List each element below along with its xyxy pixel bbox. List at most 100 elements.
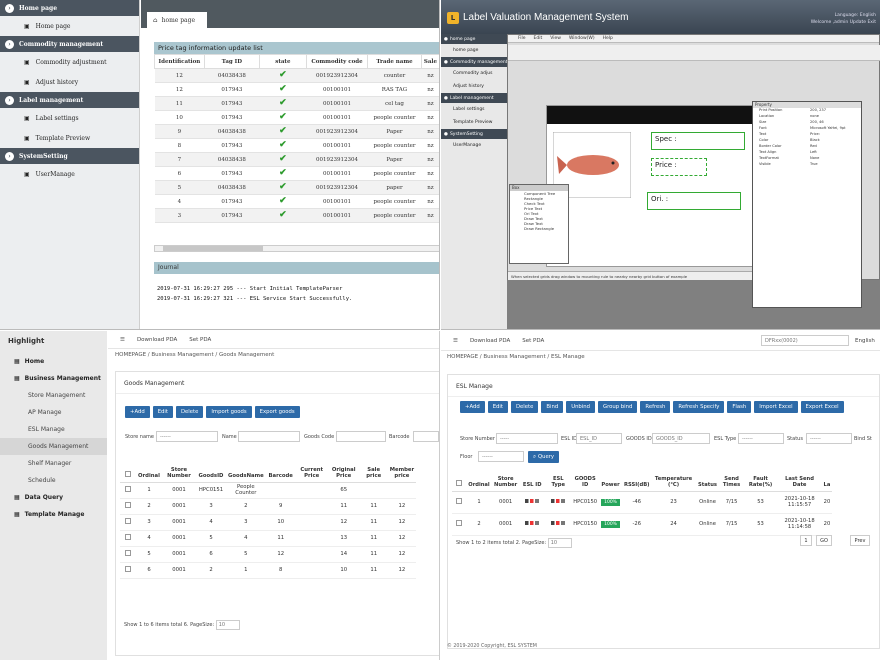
table-row[interactable]: 2 0001 3 2 9 11 11 12	[120, 498, 417, 515]
price-field[interactable]: Price :	[651, 158, 707, 176]
nav-item[interactable]: ▦ Template Manage	[0, 506, 107, 523]
menu-file[interactable]: File	[518, 36, 526, 41]
nav-item[interactable]: ESL Manage	[0, 421, 107, 438]
sidebar-group[interactable]: ● Commodity management	[441, 57, 511, 67]
sidebar-group[interactable]: › Commodity management	[0, 36, 139, 52]
sidebar-item[interactable]: Template Preview	[441, 116, 511, 129]
sidebar-item[interactable]: ▣ Label settings	[0, 108, 139, 128]
goods-id-input[interactable]: GOODS_ID	[652, 433, 710, 444]
sidebar-item[interactable]: ▣ Home page	[0, 16, 139, 36]
download-pda-link[interactable]: Download PDA	[137, 337, 177, 343]
store-number-select[interactable]: -----	[496, 433, 558, 444]
exit-link[interactable]: Exit	[867, 20, 876, 25]
table-row[interactable]: 8 017943 ✔ 00100101 people counter nz	[154, 138, 439, 153]
page-size-select[interactable]: 10	[215, 620, 240, 630]
toolbar-button[interactable]: Refresh	[640, 401, 671, 413]
sidebar-group[interactable]: › SystemSetting	[0, 148, 139, 164]
table-row[interactable]: 1 0001 HPC0150 100% -46 23 Online 7/15 53 2021-10…	[452, 491, 833, 514]
language-label[interactable]: English	[855, 338, 875, 344]
property-row[interactable]: Visible True	[753, 162, 861, 168]
tree-item[interactable]: Draw Rectangle	[510, 226, 568, 231]
row-checkbox[interactable]	[125, 534, 131, 540]
toolbar-button[interactable]: Group bind	[598, 401, 638, 413]
table-row[interactable]: 6 017943 ✔ 00100101 people counter nz	[154, 166, 439, 181]
esl-type-select[interactable]: ------	[738, 433, 784, 444]
sidebar-item[interactable]: UserManage	[441, 139, 511, 152]
query-button[interactable]: ⌕ Query	[528, 451, 560, 463]
toolbar-button[interactable]: Edit	[487, 401, 508, 413]
status-select[interactable]: ------	[806, 433, 852, 444]
store-select[interactable]: DFRxx(0002)	[761, 335, 849, 346]
menu-edit[interactable]: Edit	[534, 36, 543, 41]
sidebar-item[interactable]: ▣ UserManage	[0, 164, 139, 184]
sidebar-item[interactable]: Label settings	[441, 103, 511, 116]
table-row[interactable]: 4 017943 ✔ 00100101 people counter nz	[154, 194, 439, 209]
sidebar-item[interactable]: Adjust history	[441, 80, 511, 93]
table-row[interactable]: 6 0001 2 1 8 10 11 12	[120, 562, 417, 579]
sidebar-group[interactable]: › Home page	[0, 0, 139, 16]
set-pda-link[interactable]: Set PDA	[522, 338, 544, 344]
page-size-select[interactable]: 10	[547, 538, 572, 548]
esl-id-input[interactable]: ESL_ID	[576, 433, 622, 444]
tab-home-page[interactable]: ⌂ home page	[147, 12, 207, 28]
language-label[interactable]: Language: English	[811, 12, 876, 19]
row-checkbox[interactable]	[456, 498, 462, 504]
nav-item[interactable]: AP Manage	[0, 404, 107, 421]
sidebar-group[interactable]: ● Label management	[441, 93, 511, 103]
set-pda-link[interactable]: Set PDA	[189, 337, 211, 343]
row-checkbox[interactable]	[125, 486, 131, 492]
label-canvas[interactable]: Spec : Price : Ori. :	[546, 105, 761, 267]
nav-item[interactable]: Goods Management	[0, 438, 107, 455]
scroll-thumb[interactable]	[163, 246, 263, 251]
sidebar-group[interactable]: ● home page	[441, 34, 511, 44]
sidebar-item[interactable]: home page	[441, 44, 511, 57]
table-row[interactable]: 11 017943 ✔ 00100101 cel tag nz	[154, 96, 439, 111]
nav-item[interactable]: ▦ Business Management	[0, 370, 107, 387]
sidebar-group[interactable]: › Label management	[0, 92, 139, 108]
spec-field[interactable]: Spec :	[651, 132, 745, 150]
menu-icon[interactable]: ☰	[120, 337, 125, 343]
nav-item[interactable]: Schedule	[0, 472, 107, 489]
go-button[interactable]: GO	[816, 535, 832, 546]
menu-icon[interactable]: ☰	[453, 338, 458, 344]
trash-button[interactable]: Delete	[175, 406, 204, 418]
floor-select[interactable]: ------	[478, 451, 524, 462]
table-row[interactable]: 5 0001 6 5 12 14 11 12	[120, 546, 417, 563]
toolbar-button[interactable]: Import Excel	[754, 401, 798, 413]
edit-button[interactable]: Edit	[152, 406, 173, 418]
toolbar-button[interactable]: +Add	[460, 401, 485, 413]
nav-item[interactable]: ▦ Data Query	[0, 489, 107, 506]
select-all-checkbox[interactable]	[456, 479, 462, 486]
toolbar-button[interactable]: Refresh Specify	[673, 401, 725, 413]
sidebar-item[interactable]: Commodity adjus	[441, 67, 511, 80]
toolbar-button[interactable]: Flash	[727, 401, 752, 413]
prev-button[interactable]: Prev	[850, 535, 870, 546]
nav-item[interactable]: ▦ Home	[0, 353, 107, 370]
store-name-select[interactable]: ------	[156, 431, 218, 442]
row-checkbox[interactable]	[125, 502, 131, 508]
table-row[interactable]: 12 017943 ✔ 00100101 RAS TAG nz	[154, 82, 439, 97]
toolbar-button[interactable]: Export Excel	[800, 401, 844, 413]
sidebar-item[interactable]: ▣ Adjust history	[0, 72, 139, 92]
table-row[interactable]: 3 017943 ✔ 00100101 people counter nz	[154, 208, 439, 223]
sidebar-group[interactable]: ● SystemSetting	[441, 129, 511, 139]
table-row[interactable]: 7 04038438 ✔ 001923912304 Paper nz	[154, 152, 439, 167]
download-pda-link[interactable]: Download PDA	[470, 338, 510, 344]
origin-field[interactable]: Ori. :	[647, 192, 741, 210]
table-row[interactable]: 10 017943 ✔ 00100101 people counter nz	[154, 110, 439, 125]
toolbar-button[interactable]: Unbind	[566, 401, 595, 413]
row-checkbox[interactable]	[125, 566, 131, 572]
row-checkbox[interactable]	[125, 518, 131, 524]
sidebar-item[interactable]: ▣ Template Preview	[0, 128, 139, 148]
toolbar-button[interactable]: Bind	[541, 401, 564, 413]
table-row[interactable]: 2 0001 HPC0150 100% -26 24 Online 7/15 53 2021-10…	[452, 513, 833, 536]
name-input[interactable]	[238, 431, 300, 442]
row-checkbox[interactable]	[456, 520, 462, 526]
download-button[interactable]: Export goods	[254, 406, 300, 418]
menu-window[interactable]: Window(W)	[569, 36, 595, 41]
sidebar-item[interactable]: ▣ Commodity adjustment	[0, 52, 139, 72]
table-row[interactable]: 9 04038438 ✔ 001923912304 Paper nz	[154, 124, 439, 139]
table-row[interactable]: 12 04038438 ✔ 001923912304 counter nz	[154, 68, 439, 83]
nav-item[interactable]: Store Management	[0, 387, 107, 404]
table-row[interactable]: 3 0001 4 3 10 12 11 12	[120, 514, 417, 531]
